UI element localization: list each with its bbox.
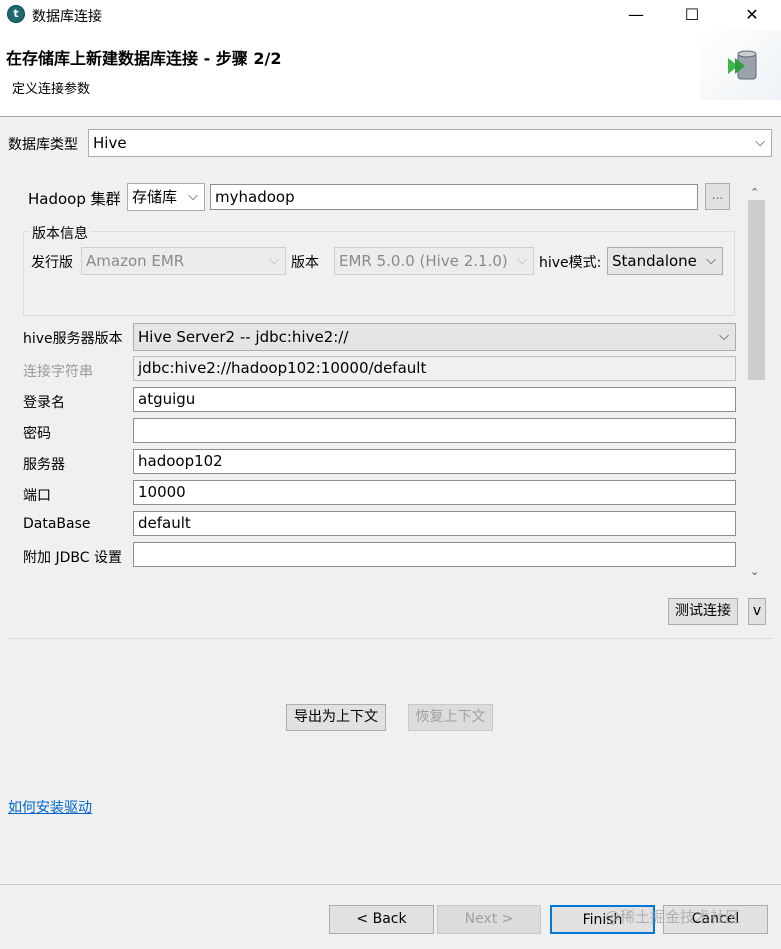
chevron-down-icon: ⌵ xyxy=(719,329,729,344)
database-field[interactable]: default xyxy=(133,511,736,536)
password-label: 密码 xyxy=(23,426,51,442)
footer-divider xyxy=(0,884,781,885)
hive-mode-select[interactable]: Standalone ⌵ xyxy=(607,247,723,275)
version-info-legend: 版本信息 xyxy=(30,223,90,243)
hive-mode-value: Standalone xyxy=(612,252,697,270)
server-label: 服务器 xyxy=(23,457,65,473)
wizard-subtitle: 定义连接参数 xyxy=(12,82,91,97)
test-connection-button[interactable]: 测试连接 xyxy=(668,598,738,625)
conn-string-field[interactable]: jdbc:hive2://hadoop102:10000/default xyxy=(133,356,736,381)
scrollbar-thumb[interactable] xyxy=(748,200,765,380)
db-type-value: Hive xyxy=(93,134,127,152)
scroll-down-icon[interactable]: ⌄ xyxy=(750,565,759,578)
watermark: @稀土掘金技术社区 xyxy=(605,908,741,926)
db-type-select[interactable]: Hive ⌵ xyxy=(88,129,772,157)
divider xyxy=(8,638,773,639)
distribution-select[interactable]: Amazon EMR ⌵ xyxy=(81,247,286,275)
server-version-label: hive服务器版本 xyxy=(23,331,123,347)
back-button[interactable]: < Back xyxy=(329,905,434,934)
restore-context-button[interactable]: 恢复上下文 xyxy=(408,704,493,731)
chevron-down-icon: ⌵ xyxy=(517,253,527,268)
install-driver-link[interactable]: 如何安装驱动 xyxy=(8,797,92,817)
chevron-down-icon: ⌵ xyxy=(188,189,198,204)
password-field[interactable] xyxy=(133,418,736,443)
window-title: 数据库连接 xyxy=(32,9,102,25)
close-button[interactable]: ✕ xyxy=(729,0,775,30)
database-wizard-icon xyxy=(726,50,760,86)
test-options-button[interactable]: v xyxy=(748,598,766,625)
hadoop-cluster-label: Hadoop 集群 xyxy=(28,190,121,208)
chevron-down-icon: ⌵ xyxy=(755,135,765,150)
wizard-header xyxy=(0,30,781,117)
next-button[interactable]: Next > xyxy=(437,905,541,934)
distribution-value: Amazon EMR xyxy=(86,252,185,270)
hadoop-source-select[interactable]: 存储库 ⌵ xyxy=(127,183,205,211)
version-label: 版本 xyxy=(291,255,319,271)
chevron-down-icon: ⌵ xyxy=(269,253,279,268)
browse-button[interactable]: ... xyxy=(705,183,730,210)
chevron-down-icon: ⌵ xyxy=(706,253,716,268)
jdbc-settings-field[interactable] xyxy=(133,542,736,567)
hadoop-source-value: 存储库 xyxy=(132,188,178,206)
server-version-select[interactable]: Hive Server2 -- jdbc:hive2:// ⌵ xyxy=(133,323,736,351)
hive-mode-label: hive模式: xyxy=(539,255,602,271)
port-label: 端口 xyxy=(23,488,51,504)
version-value: EMR 5.0.0 (Hive 2.1.0) xyxy=(339,252,508,270)
server-field[interactable]: hadoop102 xyxy=(133,449,736,474)
maximize-button[interactable]: ☐ xyxy=(669,0,715,30)
export-context-button[interactable]: 导出为上下文 xyxy=(286,704,386,731)
login-field[interactable]: atguigu xyxy=(133,387,736,412)
distribution-label: 发行版 xyxy=(31,255,73,271)
jdbc-settings-label: 附加 JDBC 设置 xyxy=(23,550,122,566)
version-select[interactable]: EMR 5.0.0 (Hive 2.1.0) ⌵ xyxy=(334,247,534,275)
wizard-title: 在存储库上新建数据库连接 - 步骤 2/2 xyxy=(6,49,282,68)
conn-string-label: 连接字符串 xyxy=(23,364,93,380)
app-icon: t xyxy=(7,5,25,23)
title-bar xyxy=(0,0,781,30)
hadoop-cluster-field[interactable]: myhadoop xyxy=(210,184,698,210)
login-label: 登录名 xyxy=(23,395,65,411)
scroll-up-icon[interactable]: ⌃ xyxy=(750,186,759,199)
server-version-value: Hive Server2 -- jdbc:hive2:// xyxy=(138,328,349,346)
minimize-button[interactable]: — xyxy=(613,0,659,30)
port-field[interactable]: 10000 xyxy=(133,480,736,505)
db-type-label: 数据库类型 xyxy=(8,137,78,153)
database-label: DataBase xyxy=(23,516,91,532)
